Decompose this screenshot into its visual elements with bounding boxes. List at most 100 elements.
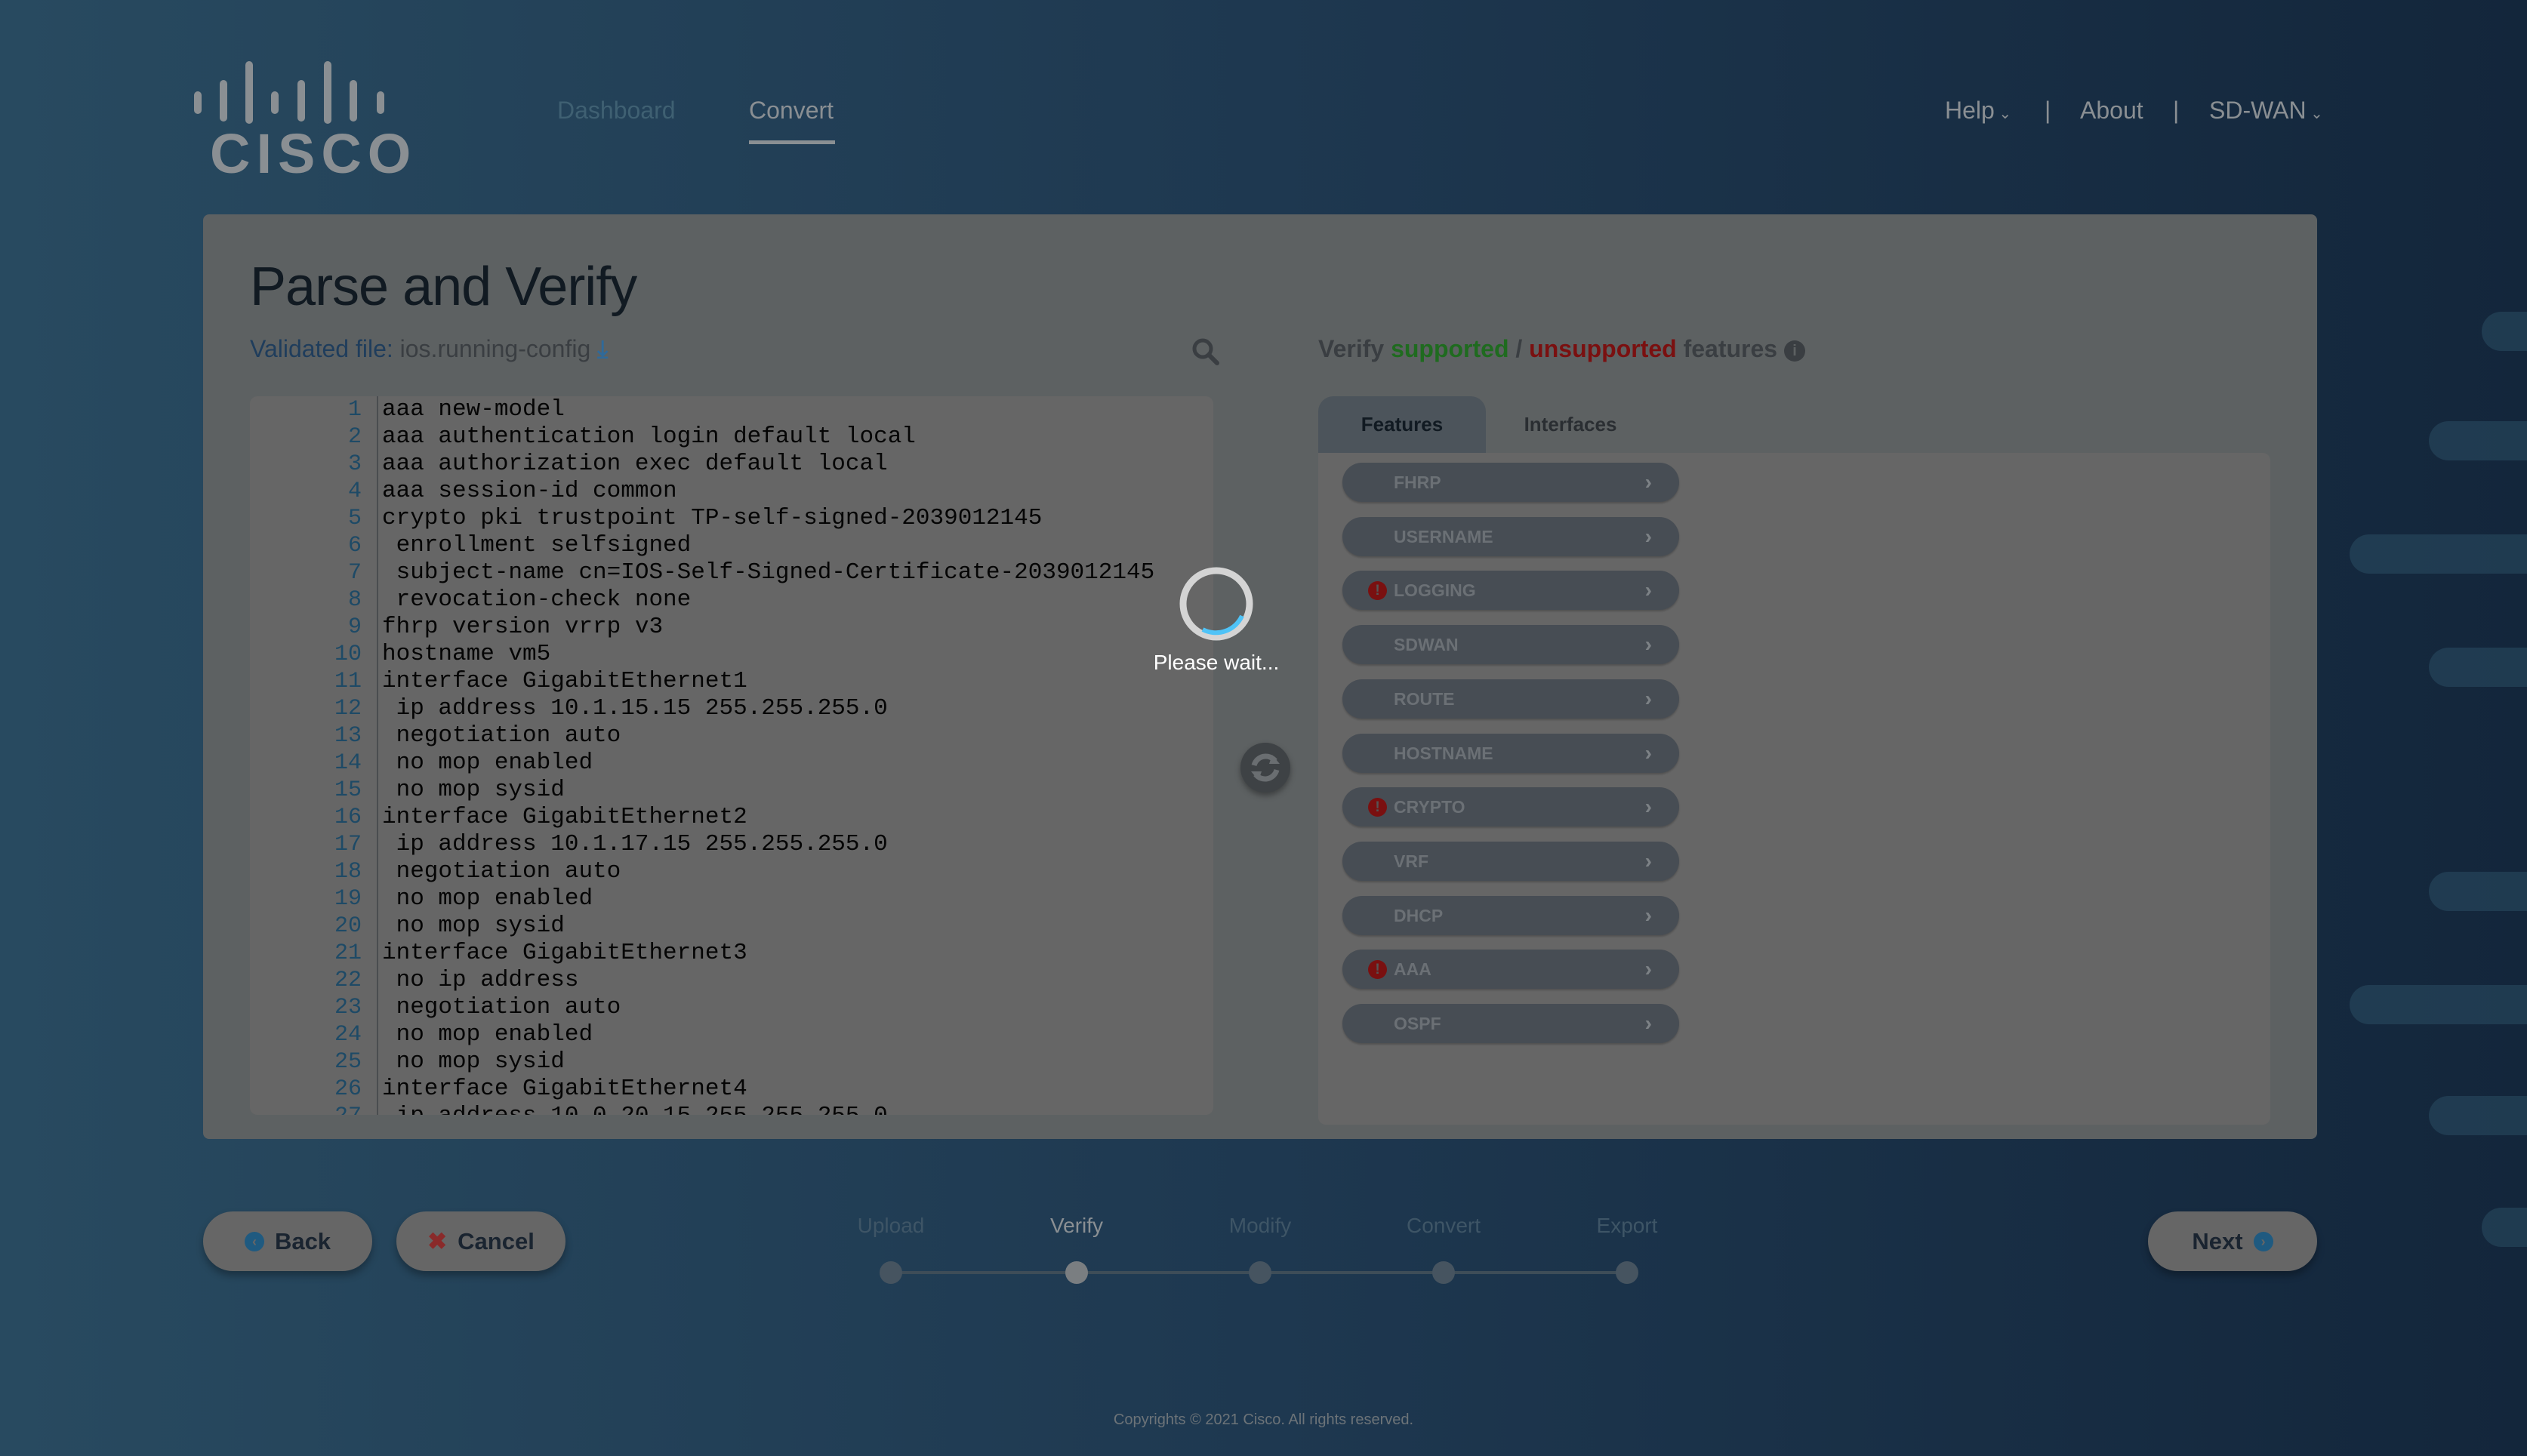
unsupported-label: unsupported — [1529, 335, 1677, 362]
line-number: 15 — [334, 777, 362, 803]
feature-item-aaa[interactable]: ! AAA › — [1342, 950, 1679, 990]
line-number: 11 — [334, 669, 362, 694]
step-dot-modify[interactable] — [1249, 1261, 1271, 1284]
copyright: Copyrights © 2021 Cisco. All rights rese… — [1113, 1411, 1414, 1428]
step-label-export: Export — [1596, 1214, 1658, 1237]
info-icon[interactable]: i — [1783, 340, 1805, 362]
feature-item-route[interactable]: ROUTE › — [1342, 679, 1679, 719]
line-number: 6 — [347, 533, 362, 559]
supported-label: supported — [1391, 335, 1509, 362]
code-line: enrollment selfsigned — [382, 532, 692, 559]
refresh-button[interactable] — [1240, 743, 1290, 793]
nav-convert[interactable]: Convert — [749, 97, 834, 125]
line-number: 7 — [347, 560, 362, 586]
feature-item-sdwan[interactable]: SDWAN › — [1342, 625, 1679, 665]
code-line: no mop sysid — [382, 777, 565, 803]
step-label-upload: Upload — [857, 1214, 925, 1237]
feature-label: HOSTNAME — [1394, 743, 1493, 763]
feature-item-crypto[interactable]: ! CRYPTO › — [1342, 787, 1679, 827]
validated-file: Validated file: ios.running-config ⤓ — [250, 335, 608, 364]
warning-icon: ! — [1368, 581, 1387, 601]
step-dot-upload[interactable] — [880, 1261, 902, 1284]
line-number: 21 — [334, 940, 362, 966]
chevron-right-icon: › — [1644, 578, 1652, 602]
cancel-button[interactable]: ✖ Cancel — [396, 1211, 565, 1271]
line-number: 9 — [347, 614, 362, 640]
feature-item-fhrp[interactable]: FHRP › — [1342, 463, 1679, 502]
step-label-verify: Verify — [1049, 1214, 1104, 1237]
loading-text: Please wait... — [1153, 651, 1280, 674]
slash: / — [1515, 335, 1523, 362]
config-code-viewer[interactable]: 1 aaa new-model 2 aaa authentication login … — [250, 396, 1213, 1115]
tab-interfaces[interactable]: Interfaces — [1487, 396, 1654, 453]
cisco-wordmark: cisco — [210, 122, 418, 185]
chevron-right-icon: › — [1644, 903, 1652, 927]
next-button[interactable]: Next › — [2148, 1211, 2317, 1271]
feature-item-ospf[interactable]: OSPF › — [1342, 1004, 1679, 1043]
line-number: 24 — [334, 1022, 362, 1048]
cisco-logo[interactable]: cisco — [193, 61, 412, 182]
line-number: 5 — [347, 506, 362, 531]
close-icon: ✖ — [427, 1227, 448, 1254]
chevron-right-icon: › — [1644, 740, 1652, 765]
separator: | — [2173, 97, 2180, 124]
code-line: no mop enabled — [382, 750, 593, 776]
step-dot-verify[interactable] — [1065, 1261, 1088, 1284]
refresh-icon — [1251, 753, 1280, 782]
separator: | — [2045, 97, 2051, 124]
feature-label: LOGGING — [1394, 580, 1476, 601]
nav-dashboard[interactable]: Dashboard — [557, 97, 676, 125]
code-line: interface GigabitEthernet1 — [382, 668, 747, 694]
line-number: 19 — [334, 886, 362, 912]
feature-item-dhcp[interactable]: DHCP › — [1342, 895, 1679, 935]
features-list: FHRP › USERNAME ›! LOGGING › SDWAN › ROUTE › HOSTN… — [1318, 453, 2270, 1125]
line-number: 18 — [334, 859, 362, 885]
search-icon[interactable] — [1191, 337, 1221, 367]
help-menu[interactable]: Help ⌄ — [1945, 97, 2011, 125]
tab-features[interactable]: Features — [1318, 396, 1486, 453]
line-number: 23 — [334, 995, 362, 1020]
chevron-right-icon: › — [1644, 470, 1652, 494]
help-label: Help — [1945, 97, 1995, 124]
code-line: interface GigabitEthernet4 — [382, 1076, 747, 1102]
line-number: 4 — [347, 479, 362, 504]
line-number: 1 — [347, 397, 362, 423]
feature-label: CRYPTO — [1394, 797, 1465, 817]
chevron-down-icon: ⌄ — [2306, 106, 2323, 122]
line-number: 2 — [347, 424, 362, 450]
feature-label: FHRP — [1394, 473, 1441, 492]
chevron-right-icon: › — [1644, 795, 1652, 819]
feature-item-vrf[interactable]: VRF › — [1342, 841, 1679, 881]
code-line: hostname vm5 — [382, 641, 551, 667]
code-line: no mop sysid — [382, 913, 565, 939]
line-number: 16 — [334, 805, 362, 830]
feature-label: DHCP — [1394, 905, 1444, 925]
code-line: aaa new-model — [382, 396, 565, 423]
feature-item-hostname[interactable]: HOSTNAME › — [1342, 733, 1679, 773]
code-line: revocation-check none — [382, 586, 692, 613]
step-dot-convert[interactable] — [1432, 1261, 1455, 1284]
warning-icon: ! — [1368, 960, 1387, 980]
code-line: interface GigabitEthernet3 — [382, 940, 747, 966]
code-line: subject-name cn=IOS-Self-Signed-Certific… — [382, 559, 1155, 586]
feature-label: OSPF — [1394, 1014, 1441, 1033]
download-icon[interactable]: ⤓ — [597, 335, 608, 362]
back-button[interactable]: ‹ Back — [203, 1211, 372, 1271]
feature-item-username[interactable]: USERNAME › — [1342, 516, 1679, 556]
sdwan-label: SD-WAN — [2209, 97, 2307, 124]
sdwan-menu[interactable]: SD-WAN ⌄ — [2209, 97, 2323, 125]
feature-item-logging[interactable]: ! LOGGING › — [1342, 571, 1679, 611]
cancel-label: Cancel — [458, 1227, 535, 1254]
back-label: Back — [274, 1227, 331, 1254]
chevron-right-icon: › — [1644, 524, 1652, 548]
line-number: 13 — [334, 723, 362, 749]
main-panel: Parse and Verify Validated file: ios.run… — [203, 214, 2317, 1139]
feature-label: USERNAME — [1394, 526, 1493, 546]
page-title: Parse and Verify — [250, 257, 637, 317]
gutter-divider — [377, 396, 378, 1115]
chevron-right-circle-icon: › — [2253, 1231, 2273, 1251]
code-line: negotiation auto — [382, 994, 621, 1020]
about-link[interactable]: About — [2080, 97, 2143, 125]
line-number: 25 — [334, 1049, 362, 1075]
step-dot-export[interactable] — [1616, 1261, 1638, 1284]
